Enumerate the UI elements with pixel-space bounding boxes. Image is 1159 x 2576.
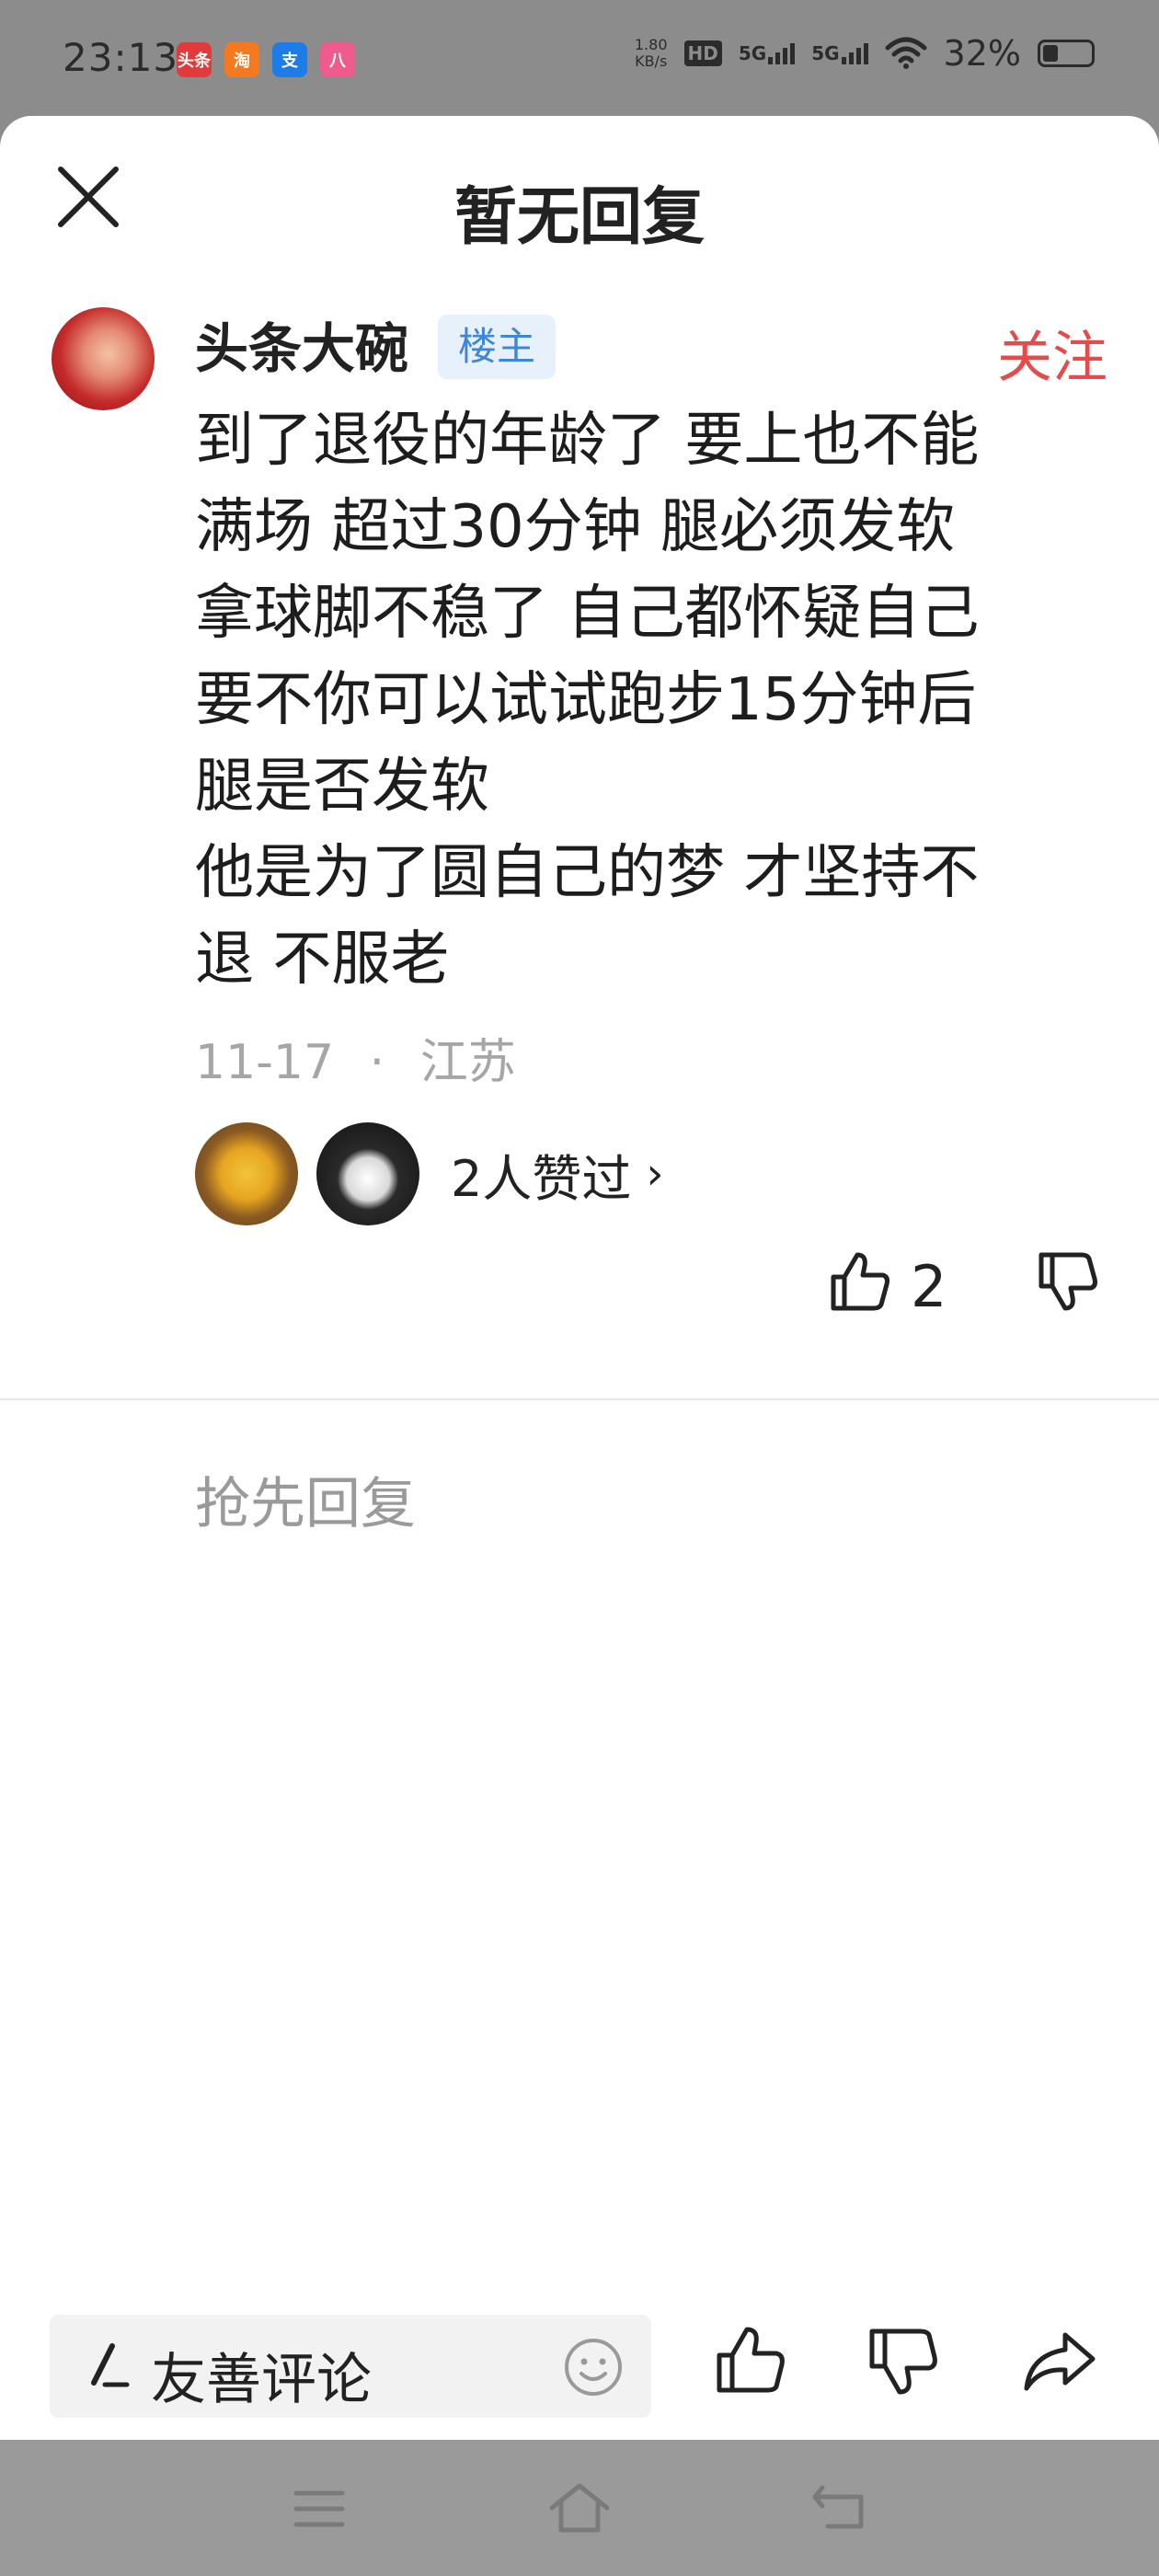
comment-location: 江苏 — [419, 1035, 516, 1090]
taobao-app-icon: 淘 — [224, 42, 259, 77]
comment-date: 11-17 — [195, 1035, 335, 1090]
status-time: 23:13 — [63, 35, 179, 80]
chevron-right-icon: › — [646, 1148, 664, 1200]
hd-voice-icon: HD — [683, 40, 722, 66]
empty-replies-text: 抢先回复 — [195, 1472, 416, 1536]
likers-row[interactable]: 2人赞过 › — [195, 1122, 664, 1225]
divider — [0, 1398, 1159, 1400]
emoji-icon[interactable] — [563, 2337, 624, 2398]
cellular-signal-icon: 5G — [738, 42, 796, 64]
back-icon[interactable] — [809, 2480, 879, 2536]
likers-count-text: 2人赞过 — [451, 1149, 632, 1208]
app-icon: 八 — [320, 42, 355, 77]
cellular-signal-icon: 5G — [811, 42, 868, 64]
share-icon[interactable] — [1021, 2322, 1098, 2399]
status-bar: 23:13 头条 淘 支 八 1.80 KB/s HD 5G 5G 32% — [0, 0, 1159, 120]
dislike-post-icon[interactable] — [865, 2322, 942, 2399]
toutiao-app-icon: 头条 — [177, 42, 212, 77]
network-speed: 1.80 KB/s — [635, 37, 668, 70]
author-avatar[interactable] — [52, 307, 155, 410]
liker-avatar — [316, 1122, 419, 1225]
comment-input[interactable]: 友善评论 — [50, 2315, 651, 2418]
comment-text: 到了退役的年龄了 要上也不能 满场 超过30分钟 腿必须发软 拿球脚不稳了 自己… — [195, 407, 980, 994]
sheet-title: 暂无回复 — [453, 181, 705, 254]
battery-icon — [1038, 40, 1095, 67]
wifi-icon — [885, 37, 927, 69]
comment-composer-bar: 友善评论 — [0, 2296, 1159, 2440]
pen-icon — [91, 2343, 130, 2387]
like-post-icon[interactable] — [712, 2322, 789, 2399]
alipay-app-icon: 支 — [272, 42, 307, 77]
network-speed-unit: KB/s — [635, 52, 668, 70]
reply-sheet: 暂无回复 头条大碗 楼主 关注 到了退役的年龄了 要上也不能 满场 超过30分钟… — [0, 116, 1159, 2440]
like-count: 2 — [911, 1253, 947, 1320]
network-speed-value: 1.80 — [634, 36, 668, 53]
follow-button[interactable]: 关注 — [997, 313, 1107, 393]
sim1-network-type: 5G — [738, 42, 767, 64]
comment-input-placeholder: 友善评论 — [151, 2348, 372, 2412]
thumbs-up-icon[interactable] — [826, 1248, 894, 1316]
menu-icon[interactable] — [293, 2488, 346, 2530]
meta-separator: · — [369, 1035, 385, 1090]
sim2-network-type: 5G — [811, 42, 840, 64]
system-nav-bar — [0, 2440, 1159, 2576]
comment-meta: 11-17 · 江苏 — [195, 1023, 516, 1092]
author-username[interactable]: 头条大碗 — [195, 305, 408, 383]
notification-app-icons: 头条 淘 支 八 — [177, 42, 355, 77]
thumbs-down-icon[interactable] — [1034, 1248, 1102, 1316]
liker-avatar — [195, 1122, 298, 1225]
home-icon[interactable] — [546, 2480, 613, 2536]
battery-percent: 32% — [943, 33, 1021, 74]
op-badge: 楼主 — [438, 315, 556, 379]
